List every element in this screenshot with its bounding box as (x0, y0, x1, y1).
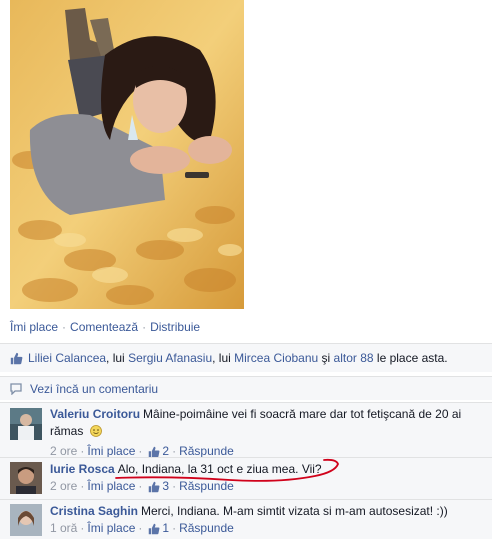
comment-reply-link[interactable]: Răspunde (179, 520, 234, 537)
avatar-image (10, 504, 42, 536)
likes-separator: şi (318, 351, 334, 365)
thumbs-up-icon (149, 481, 160, 492)
post-actions: Îmi place · Comentează · Distribuie (10, 320, 200, 334)
separator: · (62, 320, 67, 334)
likes-separator: , lui (212, 351, 235, 365)
smile-emoji-icon (89, 425, 102, 437)
avatar[interactable] (10, 504, 42, 536)
comment-item: Cristina Saghin Merci, Indiana. M-am simt… (0, 499, 492, 539)
avatar[interactable] (10, 462, 42, 494)
liker-name[interactable]: Liliei Calancea (28, 351, 106, 365)
comment-author[interactable]: Iurie Rosca (50, 462, 115, 476)
comment-link[interactable]: Comentează (70, 320, 138, 334)
avatar-image (10, 408, 42, 440)
comment-bubble-icon (10, 382, 22, 395)
comment-like-link[interactable]: Îmi place (87, 520, 135, 537)
likes-separator: , lui (106, 351, 129, 365)
avatar-image (10, 462, 42, 494)
likes-summary: Liliei Calancea, lui Sergiu Afanasiu, lu… (0, 343, 492, 372)
share-link[interactable]: Distribuie (150, 320, 200, 334)
likes-tail: le place asta. (373, 351, 448, 365)
separator: · (142, 320, 147, 334)
comment-reply-link[interactable]: Răspunde (179, 478, 234, 495)
liker-name[interactable]: Sergiu Afanasiu (128, 351, 212, 365)
view-more-comments[interactable]: Vezi încă un comentariu (0, 376, 492, 400)
thumbs-up-icon (149, 523, 160, 534)
comment-time[interactable]: 1 oră (50, 520, 77, 537)
comment-author[interactable]: Valeriu Croitoru (50, 407, 140, 421)
comment-like-link[interactable]: Îmi place (87, 478, 135, 495)
comment-author[interactable]: Cristina Saghin (50, 504, 138, 518)
thumbs-up-icon (149, 446, 160, 457)
avatar[interactable] (10, 408, 42, 440)
comment-text: Alo, Indiana, la 31 oct e ziua mea. Vii? (117, 462, 322, 476)
comment-item: Iurie Rosca Alo, Indiana, la 31 oct e ziu… (0, 457, 492, 499)
post-photo[interactable] (10, 0, 244, 309)
comment-like-count[interactable]: 1 (162, 520, 169, 537)
like-link[interactable]: Îmi place (10, 320, 58, 334)
likes-others-link[interactable]: altor 88 (334, 351, 374, 365)
comment-like-count[interactable]: 3 (162, 478, 169, 495)
comment-time[interactable]: 2 ore (50, 478, 77, 495)
thumbs-up-icon (10, 352, 23, 364)
view-more-comments-label[interactable]: Vezi încă un comentariu (30, 382, 158, 396)
comment-text: Merci, Indiana. M-am simtit vizata si m-… (141, 504, 448, 518)
liker-name[interactable]: Mircea Ciobanu (234, 351, 318, 365)
comment-item: Valeriu Croitoru Mâine-poimâine vei fi so… (0, 402, 492, 458)
photo-illustration (10, 0, 244, 309)
